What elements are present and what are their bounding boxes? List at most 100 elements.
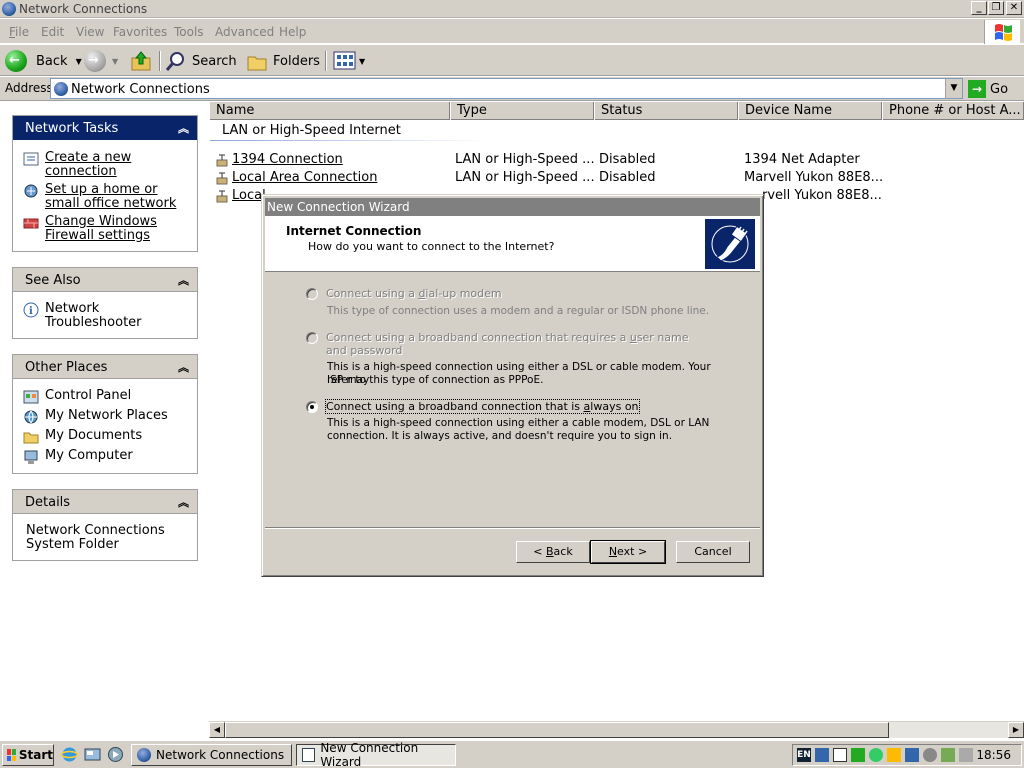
details-header[interactable]: Details ︽: [13, 490, 197, 514]
taskbar-network-connections[interactable]: Network Connections: [131, 744, 292, 766]
scroll-right-icon[interactable]: ▶: [1008, 722, 1024, 738]
details-panel: Details ︽ Network Connections System Fold…: [12, 489, 198, 561]
new-connection-wizard-dialog: New Connection Wizard Internet Connectio…: [261, 194, 764, 577]
next-button[interactable]: Next >: [590, 540, 666, 564]
menu-help[interactable]: Help: [279, 25, 306, 39]
my-network-places-link[interactable]: My Network Places: [23, 409, 168, 425]
always-on-description-line2: connection. It is always active, and doe…: [327, 430, 673, 442]
menu-bar: File Edit View Favorites Tools Advanced …: [0, 19, 1024, 44]
media-player-icon[interactable]: [107, 746, 124, 763]
horizontal-scrollbar[interactable]: ◀ ▶: [209, 721, 1024, 738]
window-title: Network Connections: [19, 2, 148, 16]
folders-button[interactable]: Folders: [246, 49, 320, 73]
control-panel-label: Control Panel: [45, 388, 132, 403]
internet-explorer-icon[interactable]: [61, 746, 78, 763]
column-name[interactable]: Name: [209, 102, 450, 120]
see-also-header[interactable]: See Also ︽: [13, 268, 197, 292]
column-type[interactable]: Type: [450, 102, 594, 120]
new-connection-icon: [23, 152, 39, 166]
dialog-title-bar[interactable]: New Connection Wizard: [265, 198, 760, 216]
broadband-login-radio[interactable]: [306, 332, 318, 344]
monitor-tray-icon[interactable]: [905, 748, 919, 762]
back-dropdown-icon[interactable]: ▼: [76, 57, 82, 66]
windows-flag-icon: [7, 749, 16, 761]
start-button[interactable]: Start: [2, 744, 54, 766]
menu-advanced[interactable]: Advanced: [215, 25, 274, 39]
broadband-login-label: Connect using a broadband connection tha…: [326, 331, 689, 357]
other-places-title: Other Places: [25, 360, 108, 375]
control-panel-link[interactable]: Control Panel: [23, 389, 131, 405]
folders-icon: [247, 56, 267, 71]
go-button[interactable]: → Go: [968, 79, 1008, 99]
language-indicator[interactable]: EN: [797, 748, 811, 762]
forward-button[interactable]: → ▼: [84, 49, 118, 73]
back-arrow-icon: ←: [5, 50, 27, 72]
address-field[interactable]: Network Connections ▼: [50, 78, 963, 99]
network-troubleshooter-link[interactable]: i Network Troubleshooter: [23, 302, 142, 330]
network-cable-icon: [705, 219, 755, 269]
column-status[interactable]: Status: [594, 102, 738, 120]
task-label-line1: Set up a home or: [45, 182, 158, 197]
scroll-left-icon[interactable]: ◀: [209, 722, 225, 738]
show-desktop-icon[interactable]: [84, 746, 101, 763]
zonealarm-icon[interactable]: [833, 748, 847, 762]
task-home-network[interactable]: Set up a home or small office network: [23, 183, 176, 211]
device-tray-icon[interactable]: [941, 748, 955, 762]
other-places-header[interactable]: Other Places ︽: [13, 355, 197, 379]
collapse-chevron-icon[interactable]: ︽: [178, 359, 189, 375]
group-divider: [210, 140, 490, 141]
back-button[interactable]: ← Back ▼: [5, 49, 82, 73]
scroll-thumb[interactable]: [225, 722, 889, 738]
wizard-icon: [302, 748, 316, 762]
column-device-name[interactable]: Device Name: [738, 102, 882, 120]
menu-file-rest: ile: [15, 25, 30, 39]
my-computer-link[interactable]: My Computer: [23, 449, 133, 465]
table-row[interactable]: Local Area Connection LAN or High-Speed …: [214, 170, 914, 188]
lan-connection-icon: [216, 154, 228, 167]
task-create-connection[interactable]: Create a new connection: [23, 151, 131, 179]
address-dropdown-icon[interactable]: ▼: [945, 79, 962, 98]
collapse-chevron-icon[interactable]: ︽: [178, 120, 189, 136]
menu-favorites[interactable]: Favorites: [113, 25, 167, 39]
search-button[interactable]: Search: [165, 49, 237, 73]
restore-button[interactable]: ❐: [988, 1, 1004, 15]
forward-dropdown-icon[interactable]: ▼: [112, 57, 118, 66]
dialup-radio[interactable]: [306, 288, 318, 300]
my-computer-label: My Computer: [45, 448, 133, 463]
clock[interactable]: 18:56: [976, 748, 1011, 762]
my-documents-link[interactable]: My Documents: [23, 429, 142, 445]
collapse-chevron-icon[interactable]: ︽: [178, 494, 189, 510]
up-folder-button[interactable]: [130, 49, 152, 73]
views-button[interactable]: ▼: [333, 49, 365, 73]
views-dropdown-icon[interactable]: ▼: [359, 57, 365, 66]
taskbar-new-connection-wizard[interactable]: New Connection Wizard: [296, 741, 456, 768]
collapse-chevron-icon[interactable]: ︽: [178, 272, 189, 288]
task-label-line2: small office network: [45, 196, 177, 211]
connection-name: Local Area Connection: [232, 170, 378, 185]
menu-tools[interactable]: Tools: [174, 25, 204, 39]
control-panel-icon: [23, 390, 39, 404]
menu-file[interactable]: File: [9, 25, 29, 39]
menu-edit[interactable]: Edit: [41, 25, 64, 39]
security-tray-icon[interactable]: [851, 748, 865, 762]
task-firewall-settings[interactable]: Change Windows Firewall settings: [23, 215, 157, 243]
task-pane: Network Tasks ︽ Create a new connection S…: [0, 102, 208, 720]
column-phone-host[interactable]: Phone # or Host A...: [882, 102, 1024, 120]
details-line2: System Folder: [26, 537, 119, 552]
shield-tray-icon[interactable]: [887, 748, 901, 762]
speaker-icon[interactable]: [959, 748, 973, 762]
task-label-line1: Create a new: [45, 150, 132, 165]
table-row[interactable]: 1394 Connection LAN or High-Speed ... Di…: [214, 152, 914, 170]
update-tray-icon[interactable]: [869, 748, 883, 762]
minimize-button[interactable]: _: [971, 1, 987, 15]
back-wizard-button[interactable]: < Back: [516, 541, 590, 563]
cancel-button[interactable]: Cancel: [676, 541, 750, 563]
network-tasks-panel: Network Tasks ︽ Create a new connection S…: [12, 115, 198, 252]
connection-type: LAN or High-Speed ...: [455, 170, 595, 185]
menu-view[interactable]: View: [76, 25, 104, 39]
network-tray-icon[interactable]: [815, 748, 829, 762]
settings-tray-icon[interactable]: [923, 748, 937, 762]
close-button[interactable]: ✕: [1006, 1, 1022, 15]
always-on-radio[interactable]: [306, 401, 318, 413]
network-tasks-header[interactable]: Network Tasks ︽: [13, 116, 197, 140]
